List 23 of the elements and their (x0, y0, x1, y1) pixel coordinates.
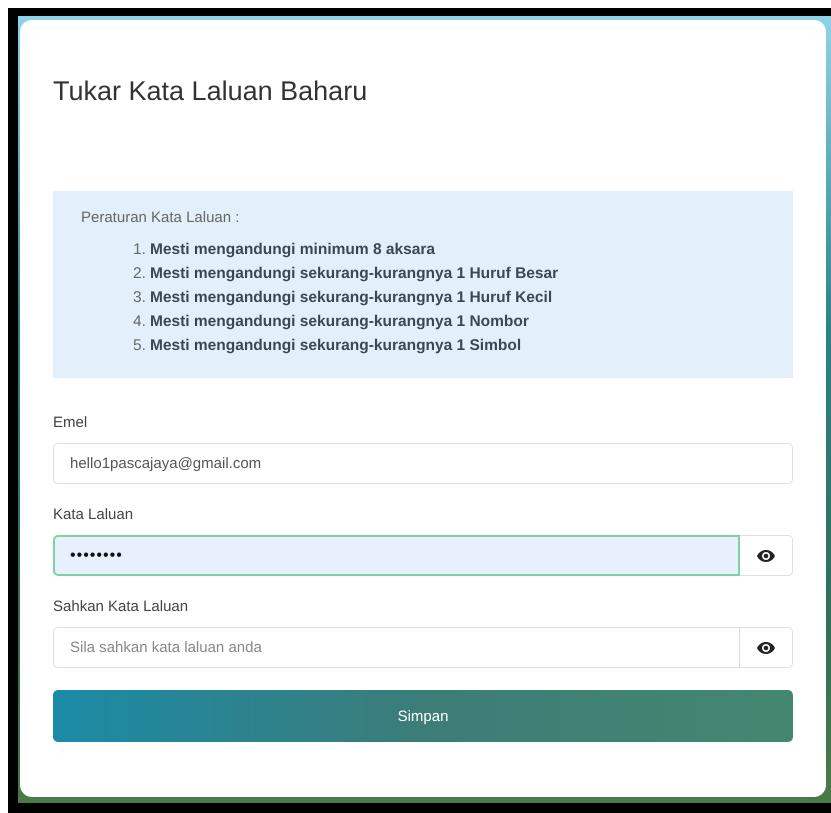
save-button[interactable]: Simpan (53, 690, 793, 742)
list-number: 3. (133, 288, 146, 308)
rules-heading: Peraturan Kata Laluan : (81, 209, 240, 226)
rule-text: Mesti mengandungi sekurang-kurangnya 1 Huruf Kecil (150, 288, 552, 308)
field-label: Emel (53, 414, 88, 431)
list-number: 2. (133, 264, 146, 284)
eye-icon (757, 642, 775, 654)
field-label: Kata Laluan (53, 506, 134, 523)
list-number: 1. (133, 240, 146, 260)
rule-text: Mesti mengandungi sekurang-kurangnya 1 Nombor (150, 312, 529, 332)
rule-text: Mesti mengandungi sekurang-kurangnya 1 Simbol (150, 336, 522, 356)
email-field[interactable]: hello1pascajaya@gmail.com (53, 443, 793, 484)
password-field[interactable]: •••••••• (53, 535, 740, 576)
show-password-button[interactable] (740, 627, 793, 668)
field-label: Sahkan Kata Laluan (53, 598, 188, 615)
list-number: 4. (133, 312, 146, 332)
show-password-button[interactable] (740, 535, 793, 576)
rule-text: Mesti mengandungi sekurang-kurangnya 1 Huruf Besar (150, 264, 558, 284)
page-title: Tukar Kata Laluan Baharu (53, 76, 368, 107)
eye-icon (757, 550, 775, 562)
rule-text: Mesti mengandungi minimum 8 aksara (150, 240, 436, 260)
password-field[interactable]: Sila sahkan kata laluan anda (53, 627, 740, 668)
list-number: 5. (133, 336, 146, 356)
